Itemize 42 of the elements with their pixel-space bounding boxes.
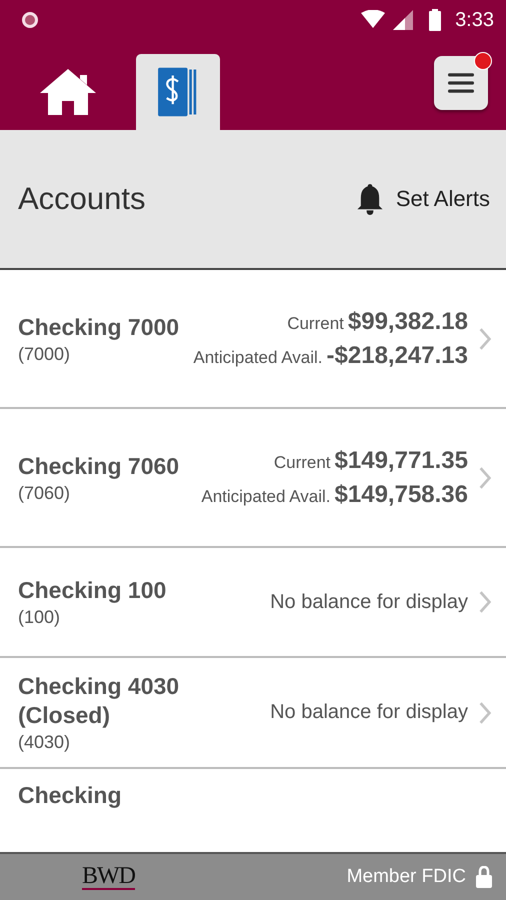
balance-label: Anticipated Avail. <box>201 486 331 506</box>
balance-amount: -$218,247.13 <box>326 342 468 370</box>
chevron-icon <box>478 590 492 614</box>
balance-label: Current <box>287 314 344 334</box>
clock: 3:33 <box>455 8 494 32</box>
page-title: Accounts <box>18 181 146 217</box>
account-number: (7060) <box>18 482 72 504</box>
account-name: Checking 7000 <box>18 312 180 342</box>
balance-message: No balance for display <box>270 590 468 614</box>
notification-icon <box>20 10 40 30</box>
lock-icon <box>476 866 492 888</box>
account-name: Checking 7060 <box>18 452 180 480</box>
account-row[interactable]: Checking 4030 (Closed) (4030) No balance for display <box>0 658 506 769</box>
chevron-icon <box>478 466 492 490</box>
bank-logo: BWD <box>82 864 135 890</box>
account-row[interactable]: Checking 100 (100) No balance for display <box>0 548 506 658</box>
fdic-text: Member FDIC <box>346 866 466 888</box>
account-number: (100) <box>18 607 62 628</box>
balance-amount: $149,758.36 <box>334 480 468 508</box>
account-number: (7000) <box>18 344 72 364</box>
account-name: Checking 100 <box>18 576 166 605</box>
account-row[interactable]: Checking <box>0 769 506 810</box>
balance-label: Current <box>274 452 331 472</box>
wifi-icon <box>361 10 386 30</box>
account-row[interactable]: Checking 7060 (7060) Current $149,771.35 Anticipated Avail. $149,758.36 <box>0 409 506 548</box>
balance-message: No balance for display <box>270 701 468 724</box>
balance-amount: $149,771.35 <box>334 446 468 474</box>
account-row[interactable]: Checking 7000 (7000) Current $99,382.18 Anticipated Avail. -$218,247.13 <box>0 270 506 409</box>
chevron-icon <box>478 326 492 350</box>
home-icon <box>38 66 98 118</box>
set-alerts-button[interactable]: Set Alerts <box>356 183 490 215</box>
balance-label: Anticipated Avail. <box>193 348 323 368</box>
bell-icon <box>356 183 384 215</box>
account-name: Checking <box>18 781 122 810</box>
battery-icon <box>429 9 442 31</box>
account-number: (4030) <box>18 732 72 753</box>
balance-amount: $99,382.18 <box>348 308 468 336</box>
signal-icon <box>393 10 414 30</box>
menu-icon <box>448 73 474 93</box>
account-name: Checking 4030 (Closed) <box>18 672 180 730</box>
accounts-tab[interactable] <box>136 54 220 130</box>
chevron-icon <box>478 700 492 724</box>
